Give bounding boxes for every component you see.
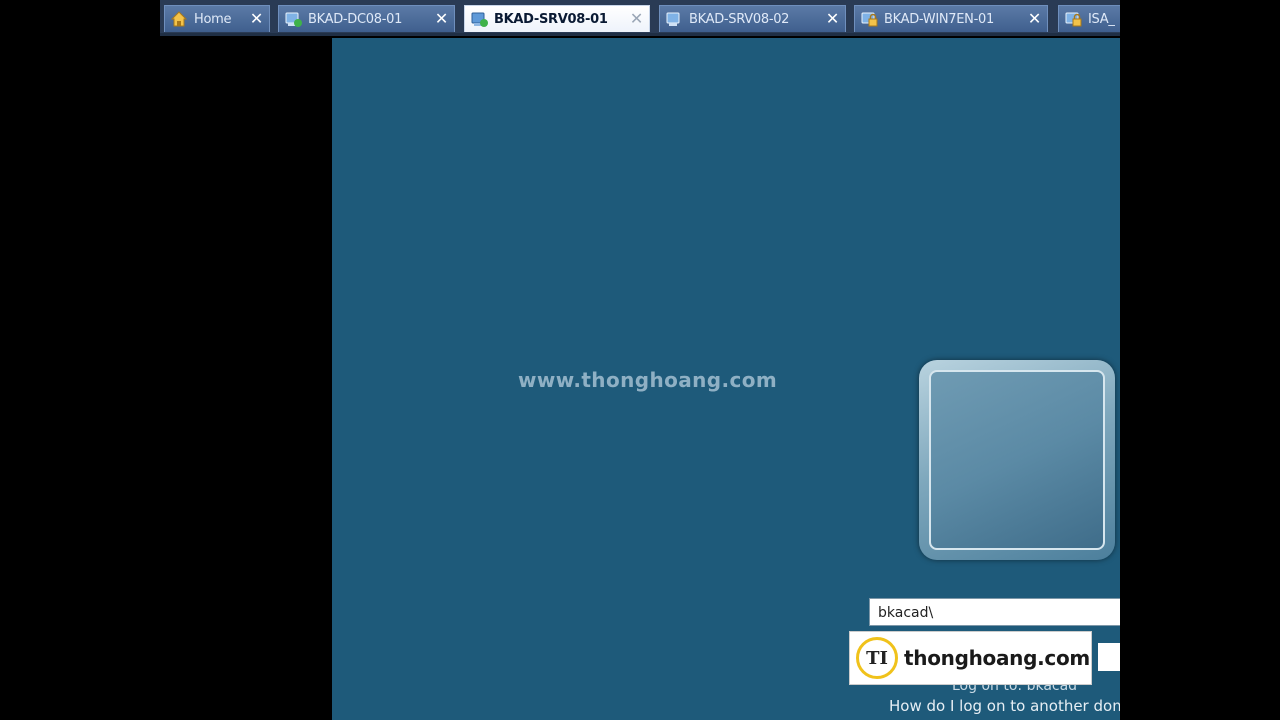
home-icon: [170, 10, 188, 28]
vm-locked-icon: [1064, 10, 1082, 28]
user-tile: [919, 360, 1115, 560]
vm-running-icon: [284, 10, 302, 28]
tab-bkad-win7en-01[interactable]: BKAD-WIN7EN-01 ✕: [854, 5, 1048, 32]
tab-label: BKAD-SRV08-02: [689, 11, 790, 27]
vm-tab-strip: Home ✕ BKAD-DC08-01 ✕ BKAD-SRV08-01 ✕ BK…: [160, 0, 1120, 36]
logo-monogram: TI: [856, 637, 898, 679]
close-icon[interactable]: ✕: [435, 9, 448, 28]
password-field[interactable]: [1098, 643, 1120, 671]
close-icon[interactable]: ✕: [826, 9, 839, 28]
logo-text: thonghoang.com: [904, 646, 1090, 670]
user-picture: [929, 370, 1105, 550]
vm-icon: [665, 10, 683, 28]
close-icon[interactable]: ✕: [1028, 9, 1041, 28]
tab-label: BKAD-SRV08-01: [494, 11, 608, 27]
tab-isa[interactable]: ISA_: [1058, 5, 1120, 32]
help-link[interactable]: How do I log on to another dom: [889, 697, 1120, 715]
tab-label: ISA_: [1088, 11, 1115, 27]
tab-label: BKAD-WIN7EN-01: [884, 11, 994, 27]
tab-bkad-dc08-01[interactable]: BKAD-DC08-01 ✕: [278, 5, 455, 32]
site-logo: TI thonghoang.com: [849, 631, 1092, 685]
tab-home[interactable]: Home ✕: [164, 5, 270, 32]
vm-running-icon: [470, 10, 488, 28]
tab-label: Home: [194, 11, 232, 27]
vm-console[interactable]: www.thonghoang.com bkacad\ Log on to: bk…: [332, 38, 1120, 720]
tab-bkad-srv08-02[interactable]: BKAD-SRV08-02 ✕: [659, 5, 846, 32]
tab-bkad-srv08-01[interactable]: BKAD-SRV08-01 ✕: [464, 5, 650, 32]
watermark-text: www.thonghoang.com: [518, 368, 778, 392]
vm-locked-icon: [860, 10, 878, 28]
username-field[interactable]: bkacad\: [869, 598, 1120, 626]
tab-label: BKAD-DC08-01: [308, 11, 403, 27]
close-icon[interactable]: ✕: [250, 9, 263, 28]
close-icon[interactable]: ✕: [630, 9, 643, 28]
